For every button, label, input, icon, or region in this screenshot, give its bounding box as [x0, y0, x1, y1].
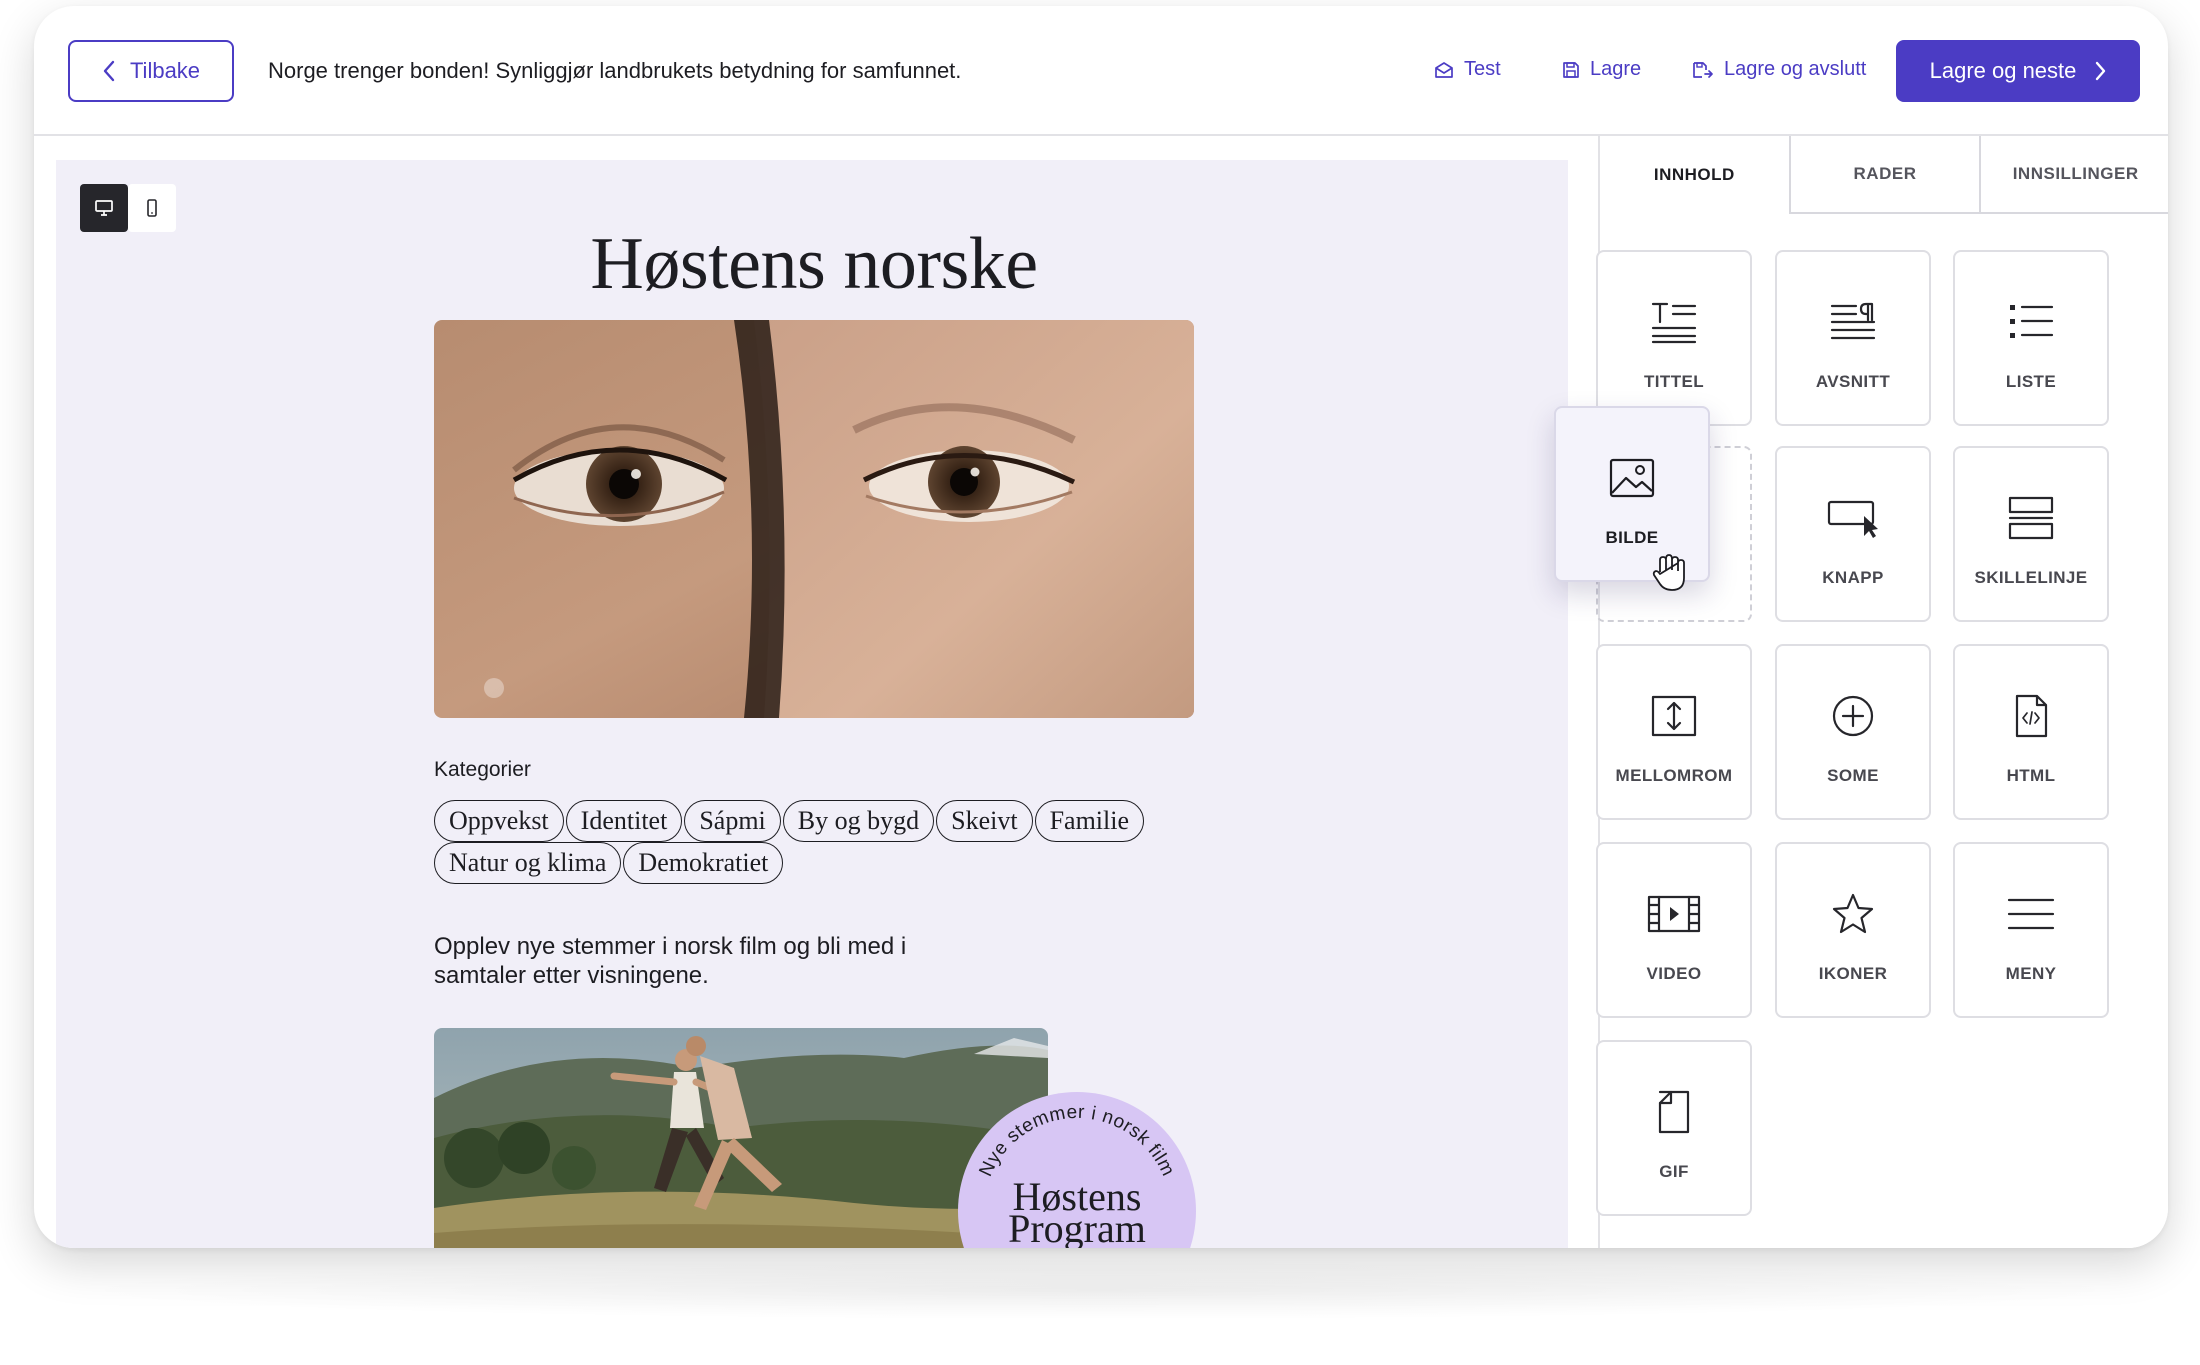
document-title: Norge trenger bonden! Synliggjør landbru… — [268, 58, 962, 83]
category-tag[interactable]: By og bygd — [782, 800, 935, 842]
landscape-photo — [434, 1028, 1048, 1248]
intro-text[interactable]: Opplev nye stemmer i norsk film og bli m… — [434, 932, 994, 990]
floppy-disk-icon — [1563, 61, 1579, 78]
email-canvas: Høstens norske kortfilmer — [56, 160, 1568, 1248]
categories-label: Kategorier — [434, 758, 531, 781]
block-html[interactable]: HTML — [1953, 644, 2109, 820]
save-button-label: Lagre — [1590, 58, 1642, 80]
category-tag[interactable]: Identitet — [565, 800, 683, 842]
category-tag[interactable]: Sápmi — [684, 800, 781, 842]
desktop-icon — [95, 200, 113, 216]
html-file-icon — [1999, 684, 2063, 748]
tab-rader[interactable]: RADER — [1788, 136, 1980, 214]
category-tag[interactable]: Familie — [1034, 800, 1144, 842]
block-label: IKONER — [1818, 964, 1888, 983]
editor-window: Tilbake Norge trenger bonden! Synliggjør… — [34, 6, 2168, 1248]
title-icon — [1642, 290, 1706, 354]
top-bar: Tilbake Norge trenger bonden! Synliggjør… — [34, 6, 2168, 136]
block-label: LISTE — [2005, 372, 2057, 391]
back-button-label: Tilbake — [129, 58, 201, 83]
block-gif[interactable]: GIF — [1596, 1040, 1752, 1216]
panel-tabs: INNHOLD RADER INNSILLINGER — [1600, 136, 2168, 214]
block-label: KNAPP — [1822, 568, 1884, 587]
category-tag[interactable]: Demokratiet — [623, 842, 784, 884]
grab-hand-cursor-icon — [1650, 550, 1690, 594]
envelope-open-icon — [1435, 61, 1453, 78]
test-button-label: Test — [1464, 58, 1501, 80]
save-exit-icon — [1693, 61, 1713, 78]
window-shadow — [60, 1260, 2140, 1320]
block-mellomrom[interactable]: MELLOMROM — [1596, 644, 1752, 820]
chevron-left-icon — [103, 60, 115, 82]
button-icon — [1821, 486, 1885, 550]
badge-circle: Nye stemmer i norsk film Høstens Program — [958, 1092, 1196, 1248]
star-icon — [1821, 882, 1885, 946]
chevron-right-icon — [2096, 61, 2106, 81]
test-button[interactable]: Test — [1434, 58, 1501, 81]
image-icon — [1600, 446, 1664, 510]
menu-icon — [1999, 882, 2063, 946]
plus-circle-icon — [1821, 684, 1885, 748]
file-icon — [1642, 1080, 1706, 1144]
block-meny[interactable]: MENY — [1953, 842, 2109, 1018]
category-tag[interactable]: Skeivt — [936, 800, 1033, 842]
mobile-icon — [147, 199, 157, 217]
block-label: GIF — [1659, 1162, 1689, 1181]
block-ikoner[interactable]: IKONER — [1775, 842, 1931, 1018]
category-tags: Oppvekst Identitet Sápmi By og bygd Skeivt Fa… — [434, 800, 1154, 884]
divider-icon — [1999, 486, 2063, 550]
save-and-next-button[interactable]: Lagre og neste — [1896, 40, 2140, 102]
category-tag[interactable]: Oppvekst — [434, 800, 564, 842]
badge-title-line-2: Program — [1008, 1206, 1146, 1248]
block-label: HTML — [2006, 766, 2056, 785]
category-tag[interactable]: Natur og klima — [434, 842, 622, 884]
mobile-view-button[interactable] — [128, 184, 176, 232]
block-skillelinje[interactable]: SKILLELINJE — [1953, 446, 2109, 622]
block-label: MELLOMROM — [1615, 766, 1733, 785]
block-label: AVSNITT — [1815, 372, 1891, 391]
block-label: TITTEL — [1644, 372, 1704, 391]
device-toggle — [80, 184, 176, 232]
block-tittel[interactable]: TITTEL — [1596, 250, 1752, 426]
block-liste[interactable]: LISTE — [1953, 250, 2109, 426]
block-label: MENY — [2005, 964, 2057, 983]
save-and-exit-label: Lagre og avslutt — [1724, 58, 1867, 80]
save-and-exit-button[interactable]: Lagre og avslutt — [1692, 58, 1866, 81]
spacer-icon — [1642, 684, 1706, 748]
promo-image[interactable] — [434, 1028, 1048, 1248]
block-label: SKILLELINJE — [1974, 568, 2088, 587]
dragging-block-label: BILDE — [1605, 528, 1659, 547]
program-badge: Nye stemmer i norsk film Høstens Program — [958, 1092, 1196, 1248]
faces-photo — [434, 320, 1194, 718]
block-label: VIDEO — [1646, 964, 1702, 983]
tab-innsillinger[interactable]: INNSILLINGER — [1979, 136, 2168, 214]
block-video[interactable]: VIDEO — [1596, 842, 1752, 1018]
back-button[interactable]: Tilbake — [68, 40, 234, 102]
film-icon — [1642, 882, 1706, 946]
tab-innhold[interactable]: INNHOLD — [1600, 136, 1789, 214]
list-icon — [1999, 290, 2063, 354]
paragraph-icon — [1821, 290, 1885, 354]
block-knapp[interactable]: KNAPP — [1775, 446, 1931, 622]
save-and-next-label: Lagre og neste — [1929, 58, 2077, 83]
desktop-view-button[interactable] — [80, 184, 128, 232]
block-some[interactable]: SOME — [1775, 644, 1931, 820]
save-button[interactable]: Lagre — [1562, 58, 1641, 81]
block-avsnitt[interactable]: AVSNITT — [1775, 250, 1931, 426]
hero-image[interactable] — [434, 320, 1194, 718]
block-label: SOME — [1827, 766, 1879, 785]
